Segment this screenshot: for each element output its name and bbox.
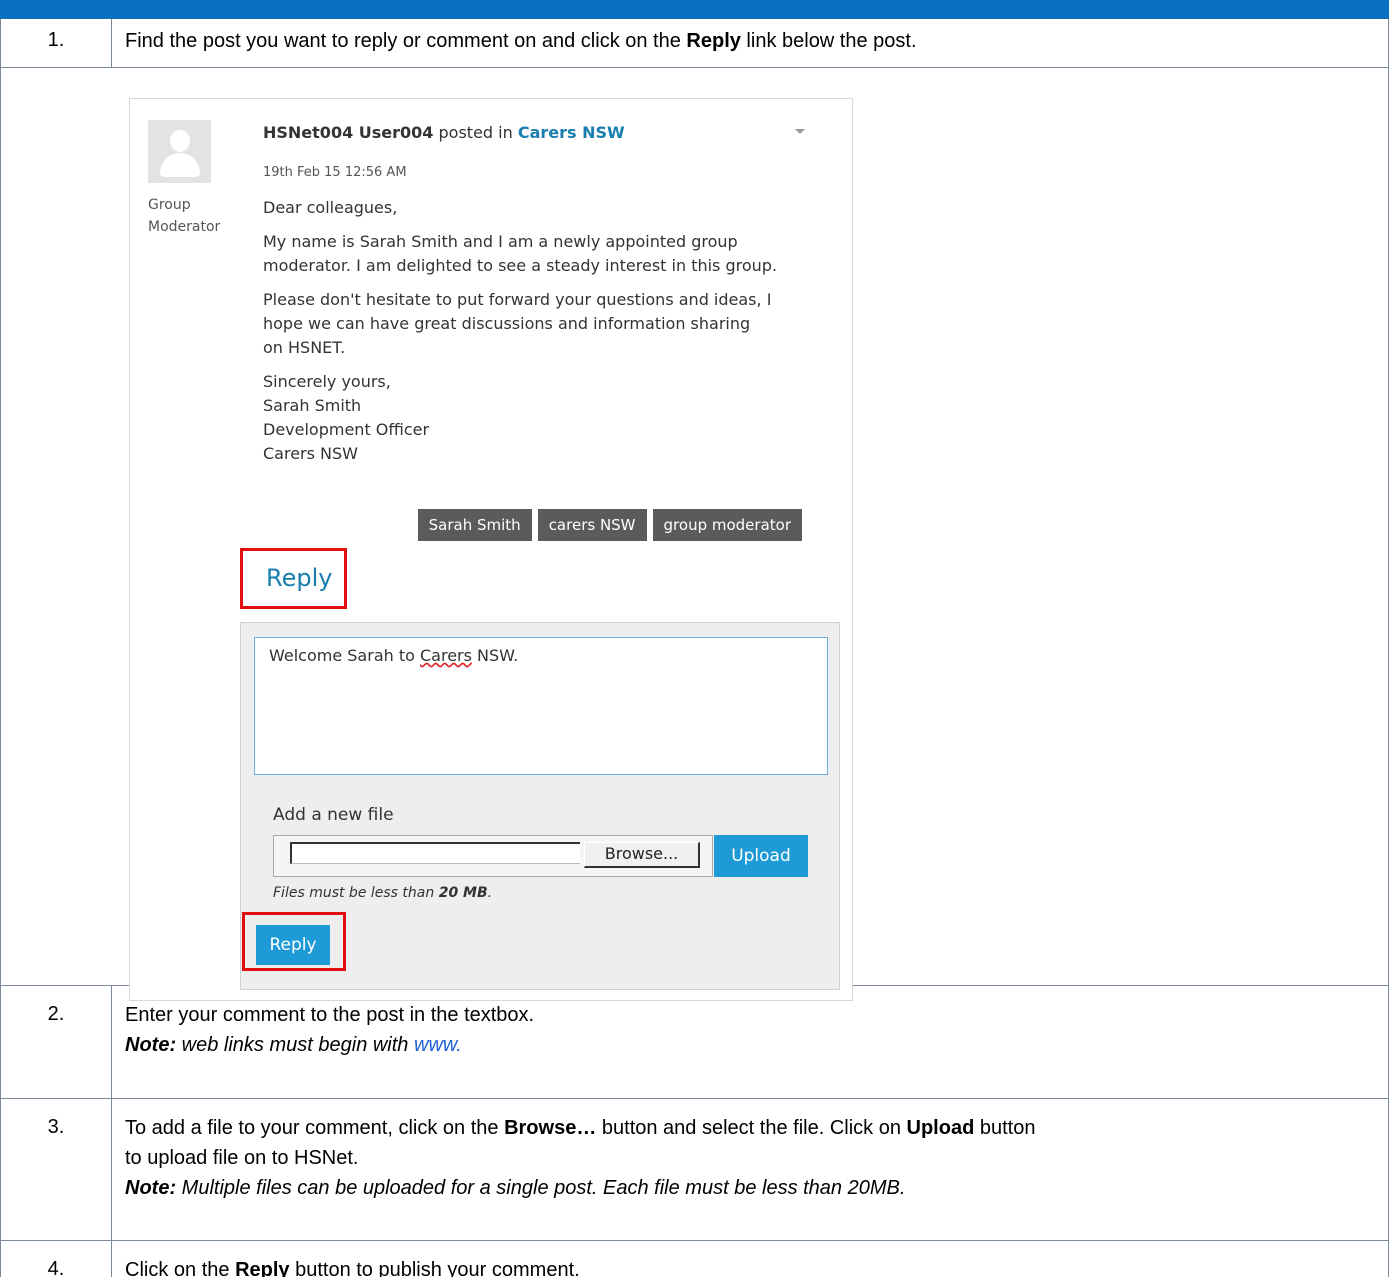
comment-textarea[interactable]: Welcome Sarah to Carers NSW. bbox=[254, 637, 828, 775]
file-size-note: Files must be less than 20 MB. bbox=[273, 885, 493, 901]
chevron-down-icon[interactable] bbox=[795, 129, 805, 134]
tag[interactable]: group moderator bbox=[652, 509, 802, 541]
column-divider bbox=[111, 985, 112, 1277]
tag[interactable]: carers NSW bbox=[537, 509, 647, 541]
column-divider bbox=[111, 19, 112, 67]
post-body: Dear colleagues, My name is Sarah Smith … bbox=[263, 198, 778, 463]
post-author[interactable]: HSNet004 User004 bbox=[263, 123, 433, 142]
post-screenshot: Group Moderator HSNet004 User004 posted … bbox=[129, 98, 853, 1001]
step-text: Click on the Reply button to publish you… bbox=[125, 1259, 580, 1277]
step-number: 2. bbox=[47, 1003, 65, 1025]
step-text: Find the post you want to reply or comme… bbox=[125, 30, 917, 52]
highlight-box bbox=[242, 912, 346, 971]
avatar bbox=[148, 120, 211, 183]
add-file-label: Add a new file bbox=[273, 805, 394, 825]
step-number: 4. bbox=[47, 1258, 65, 1277]
row-divider bbox=[1, 1098, 1389, 1099]
step-text: Enter your comment to the post in the te… bbox=[125, 1004, 535, 1056]
header-bar bbox=[0, 0, 1389, 19]
upload-button[interactable]: Upload bbox=[714, 835, 808, 877]
row-divider bbox=[1, 1240, 1389, 1241]
step-number: 1. bbox=[47, 29, 65, 51]
instruction-table: 1. Find the post you want to reply or co… bbox=[0, 19, 1389, 1277]
post-date: 19th Feb 15 12:56 AM bbox=[263, 165, 407, 180]
post-tags: Sarah Smith carers NSW group moderator bbox=[417, 509, 802, 541]
step-number: 3. bbox=[47, 1116, 65, 1138]
highlight-box bbox=[240, 548, 347, 609]
tag[interactable]: Sarah Smith bbox=[417, 509, 532, 541]
post-header: HSNet004 User004 posted in Carers NSW bbox=[263, 123, 625, 142]
group-link[interactable]: Carers NSW bbox=[518, 123, 625, 142]
member-role: Group Moderator bbox=[148, 197, 221, 235]
file-input[interactable]: Browse... bbox=[273, 835, 713, 877]
step-text: To add a file to your comment, click on … bbox=[125, 1117, 1036, 1199]
row-divider bbox=[1, 67, 1389, 68]
browse-button[interactable]: Browse... bbox=[584, 842, 700, 868]
www-link: www. bbox=[414, 1034, 462, 1056]
file-path-field[interactable] bbox=[290, 842, 580, 864]
